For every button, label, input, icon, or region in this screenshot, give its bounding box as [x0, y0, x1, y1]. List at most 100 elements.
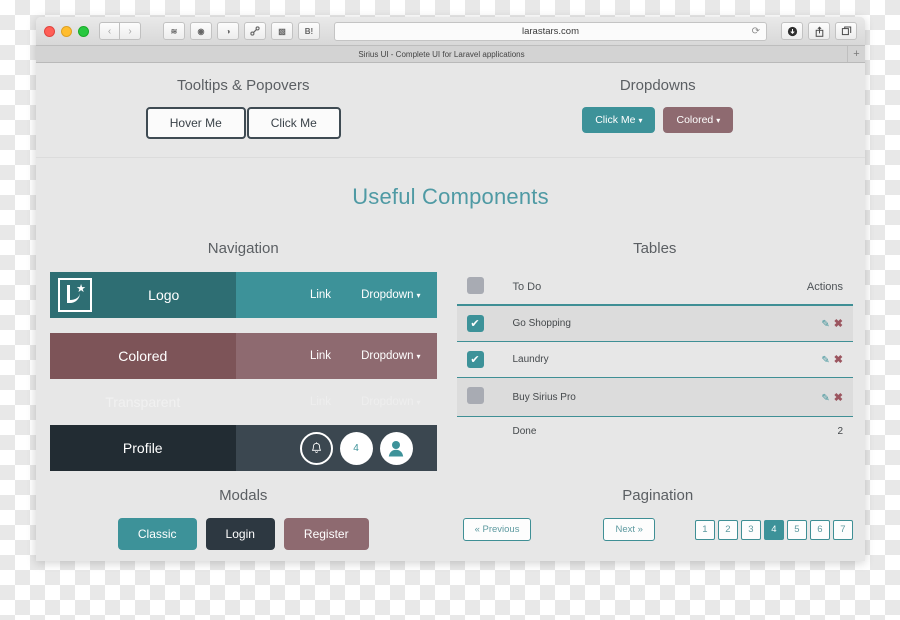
table-header-row: To Do Actions [456, 270, 853, 306]
tab-bar: Sirius UI - Complete UI for Laravel appl… [36, 46, 865, 63]
behance-icon[interactable]: B! [298, 22, 320, 40]
edit-icon[interactable]: ✎ [821, 319, 829, 330]
row-actions: ✎ ✖ [712, 305, 853, 342]
pagination-title: Pagination [622, 487, 694, 504]
page-number-4[interactable]: 4 [763, 519, 784, 540]
delete-icon[interactable]: ✖ [834, 354, 843, 366]
select-all-checkbox[interactable] [466, 277, 484, 294]
minimize-window-button[interactable] [61, 25, 72, 37]
camera-icon[interactable]: ◉ [190, 22, 212, 40]
user-avatar-icon[interactable] [379, 431, 413, 465]
navigation-section: Navigation ★ Logo Link Dropdown ▾ Colore… [36, 210, 451, 471]
page-number-7[interactable]: 7 [832, 519, 853, 540]
bell-icon[interactable] [299, 431, 333, 465]
navbar-brand-transparent[interactable]: Transparent [50, 379, 236, 425]
sirius-logo-icon: ★ [58, 278, 92, 312]
share-icon[interactable] [808, 22, 830, 40]
hover-me-button[interactable]: Hover Me [145, 107, 246, 139]
navbar-profile-icons: 4 [235, 425, 437, 471]
modals-title: Modals [219, 487, 268, 504]
tooltips-buttons: Hover Me Click Me [36, 107, 451, 139]
back-button[interactable]: ‹ [99, 22, 120, 40]
row-checkbox[interactable]: ✔ [466, 351, 484, 368]
button-gap [655, 107, 663, 133]
table-row[interactable]: ✔ Go Shopping ✎ ✖ [456, 305, 853, 342]
layers-icon[interactable]: ≋ [163, 22, 185, 40]
navbar-brand-label: Colored [118, 348, 168, 364]
navbar-dropdown-label: Dropdown [361, 350, 414, 362]
navbar-dropdown[interactable]: Dropdown ▾ [361, 350, 420, 362]
table-footer-row: Done 2 [457, 417, 854, 447]
pagination-controls: « Previous Next » 1 2 3 4 5 6 7 [451, 518, 866, 541]
active-tab[interactable]: Sirius UI - Complete UI for Laravel appl… [36, 50, 847, 59]
delete-icon[interactable]: ✖ [834, 318, 843, 330]
navbar-brand-teal[interactable]: ★ Logo [50, 272, 236, 318]
dropdown-click-me-button[interactable]: Click Me ▾ [582, 107, 656, 133]
navbar-link[interactable]: Link [310, 289, 331, 301]
reload-icon[interactable]: ⟳ [752, 26, 760, 37]
chevron-down-icon: ▾ [416, 352, 421, 361]
edit-icon[interactable]: ✎ [821, 355, 829, 366]
page-number-5[interactable]: 5 [786, 519, 807, 540]
delete-icon[interactable]: ✖ [834, 392, 843, 404]
navbar-link[interactable]: Link [310, 350, 331, 362]
navbar-dropdown[interactable]: Dropdown ▾ [361, 289, 420, 301]
navbar-brand-profile[interactable]: Profile [50, 425, 236, 471]
navbar-teal: ★ Logo Link Dropdown ▾ [50, 272, 437, 318]
tooltips-section: Tooltips & Popovers Hover Me Click Me [36, 77, 451, 139]
book-icon[interactable]: ▧ [271, 22, 293, 40]
page-content: Tooltips & Popovers Hover Me Click Me Dr… [36, 63, 865, 561]
next-page-button[interactable]: Next » [603, 518, 655, 541]
top-section: Tooltips & Popovers Hover Me Click Me Dr… [36, 63, 865, 158]
row-checkbox[interactable] [466, 387, 484, 404]
navigation-buttons: ‹ › [99, 22, 141, 40]
notification-badge[interactable]: 4 [339, 431, 373, 465]
link-icon[interactable] [244, 22, 266, 40]
page-number-3[interactable]: 3 [740, 519, 761, 540]
bookmark-bar: ≋ ◉ ◑ ▧ B! [163, 22, 320, 40]
table-row[interactable]: ✔ Laundry ✎ ✖ [456, 341, 853, 378]
star-icon: ★ [76, 283, 86, 295]
close-window-button[interactable] [44, 25, 55, 37]
forward-button[interactable]: › [120, 22, 141, 40]
navbar-dropdown[interactable]: Dropdown ▾ [361, 396, 420, 408]
address-bar[interactable]: larastars.com ⟳ [334, 21, 767, 41]
dropdown-colored-button[interactable]: Colored ▾ [663, 107, 734, 133]
row-checkbox-cell: ✔ [456, 305, 503, 342]
chevron-down-icon: ▾ [716, 116, 721, 125]
chevron-down-icon: ▾ [416, 398, 421, 407]
click-me-popover-button[interactable]: Click Me [246, 107, 341, 139]
navbar-brand-label: Transparent [105, 394, 181, 410]
edit-icon[interactable]: ✎ [821, 393, 829, 404]
row-task: Buy Sirius Pro [502, 377, 713, 417]
row-checkbox-cell [456, 377, 503, 417]
info-icon[interactable]: ◑ [217, 22, 239, 40]
page-number-2[interactable]: 2 [717, 519, 738, 540]
maximize-window-button[interactable] [78, 25, 89, 37]
modal-register-button[interactable]: Register [283, 518, 369, 550]
middle-section: Navigation ★ Logo Link Dropdown ▾ Colore… [36, 210, 865, 471]
row-task: Laundry [502, 341, 713, 378]
pagination-section: Pagination « Previous Next » 1 2 3 4 5 6 [451, 487, 866, 550]
navbar-brand-maroon[interactable]: Colored [50, 333, 236, 379]
modal-login-button[interactable]: Login [205, 518, 275, 550]
navbar-links-teal: Link Dropdown ▾ [235, 272, 437, 318]
window-controls [44, 25, 89, 37]
previous-page-button[interactable]: « Previous [462, 518, 532, 541]
tables-section: Tables To Do Actions ✔ Go Shopping ✎ ✖ ✔… [451, 210, 866, 471]
navbar-links-maroon: Link Dropdown ▾ [235, 333, 437, 379]
new-tab-button[interactable]: + [847, 46, 865, 62]
page-number-6[interactable]: 6 [809, 519, 830, 540]
navbar-dropdown-label: Dropdown [361, 289, 414, 301]
row-actions: ✎ ✖ [712, 341, 853, 378]
tabs-icon[interactable] [835, 22, 857, 40]
tooltips-title: Tooltips & Popovers [176, 77, 310, 94]
footer-label: Done [512, 426, 537, 437]
modal-classic-button[interactable]: Classic [117, 518, 197, 550]
row-checkbox[interactable]: ✔ [466, 315, 484, 332]
page-number-1[interactable]: 1 [694, 519, 715, 540]
table-row[interactable]: Buy Sirius Pro ✎ ✖ [456, 377, 853, 417]
modals-section: Modals Classic Login Register [36, 487, 451, 550]
download-icon[interactable] [781, 22, 803, 40]
navbar-link[interactable]: Link [310, 396, 331, 408]
